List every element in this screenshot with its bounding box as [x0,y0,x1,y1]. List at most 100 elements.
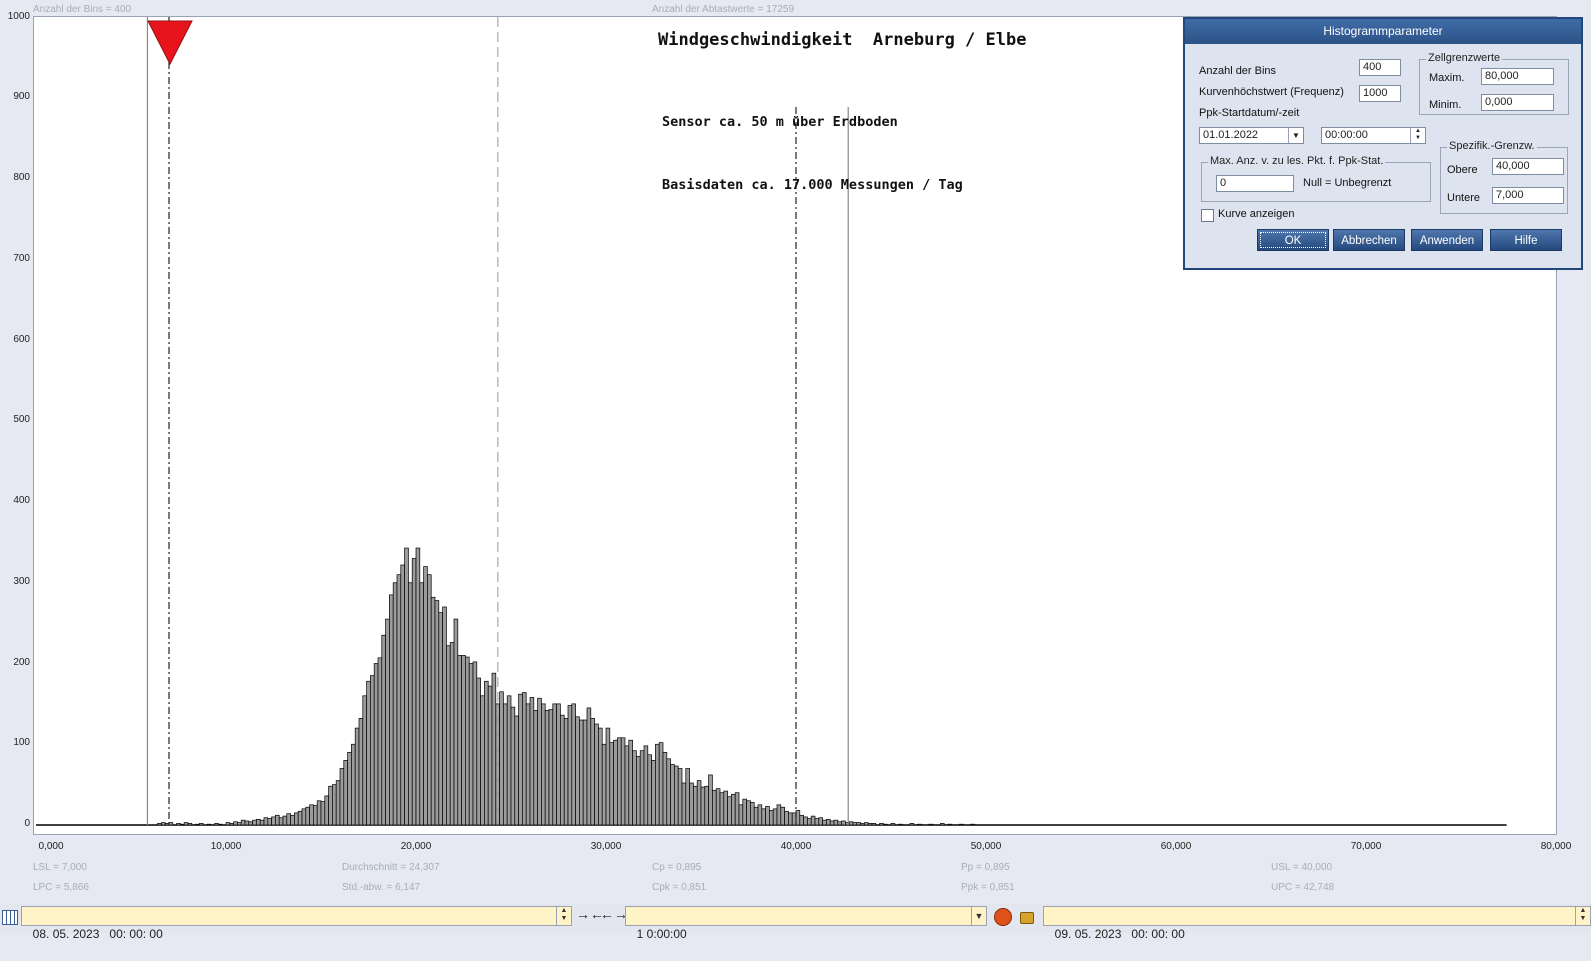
start-datetime-spinner[interactable]: ▲ ▼ [556,907,571,925]
histogram-bar [214,823,219,826]
histogram-bar [548,709,554,826]
bins-label: Anzahl der Bins [1199,65,1277,77]
histogram-bar [803,816,808,826]
histogram-bar [613,739,618,826]
help-button[interactable]: Hilfe [1490,229,1562,251]
histogram-bar [396,574,402,826]
histogram-bar [183,822,189,826]
histogram-bar [506,695,512,826]
histogram-bar [472,661,478,826]
cell-min-input[interactable]: 0,000 [1481,94,1554,111]
ppk-date-value: 01.01.2022 [1203,129,1259,141]
histogram-bar [320,801,326,826]
curve-checkbox[interactable] [1201,209,1214,222]
start-datetime-value: 08. 05. 2023 00: 00: 00 [32,927,163,941]
histogram-bar [180,823,185,826]
x-tick-label: 0,000 [38,841,64,852]
histogram-bar [556,703,561,826]
histogram-bar [677,768,683,826]
upper-limit-input[interactable]: 40,000 [1492,158,1564,175]
ok-button[interactable]: OK [1257,229,1329,251]
histogram-bar [605,727,611,826]
cell-limits-title: Zellgrenzwerte [1426,52,1503,64]
ppk-date-select[interactable]: 01.01.2022 ▼ [1199,127,1304,144]
histogram-bar [465,656,470,826]
chevron-down-icon[interactable]: ▼ [971,907,986,925]
upper-limit-label: Obere [1447,164,1478,176]
histogram-bar [734,792,740,826]
histogram-bar [693,785,698,826]
cell-max-input[interactable]: 80,000 [1481,68,1554,85]
chevron-down-icon[interactable]: ▼ [1288,128,1303,143]
histogram-bar [780,806,785,826]
lock-icon[interactable] [1020,912,1034,924]
histogram-bar [541,703,546,826]
ppk-time-input[interactable]: 00:00:00 ▲ ▼ [1321,127,1426,144]
spec-limits-title: Spezifik.-Grenzw. [1447,140,1537,152]
clock-icon[interactable] [994,908,1012,926]
histogram-bar [411,558,417,826]
histogram-bar [544,709,550,826]
lower-limit-label: Untere [1447,192,1481,204]
histogram-bar [719,792,725,826]
histogram-bar [704,785,709,826]
y-tick-label: 300 [13,575,30,587]
histogram-bar [510,706,516,826]
y-tick-label: 400 [13,495,30,506]
max-points-input[interactable]: 0 [1216,175,1294,192]
interval-select[interactable]: 1 0:00:00 ▼ [625,906,987,941]
histogram-bar [484,680,489,826]
histogram-bar [871,823,877,826]
histogram-bar [947,823,953,826]
histogram-bar [438,612,443,826]
histogram-bar [598,727,603,826]
histogram-bar [643,745,649,826]
histogram-bar [898,823,903,826]
histogram-bar [487,685,493,826]
cancel-button[interactable]: Abbrechen [1333,229,1405,251]
histogram-bar [670,764,675,826]
start-datetime-input[interactable]: 08. 05. 2023 00: 00: 00 ▲ ▼ [21,906,572,941]
histogram-bar [275,814,280,826]
end-datetime-spinner[interactable]: ▲ ▼ [1575,907,1590,925]
lsl-marker-triangle [147,20,193,66]
histogram-bar [833,819,839,826]
histogram-bar [427,574,432,826]
bins-input[interactable]: 400 [1359,59,1401,76]
histogram-bar [491,672,497,826]
end-datetime-value: 09. 05. 2023 00: 00: 00 [1054,927,1185,941]
histogram-bar [867,823,873,826]
histogram-bar [917,823,922,826]
histogram-bar [446,645,451,826]
histogram-bar [400,564,405,826]
histogram-bar [772,808,778,826]
expand-range-icon[interactable]: ←→ [600,906,628,922]
histogram-bar [313,805,318,826]
histogram-bar [617,737,622,826]
histogram-bar [647,754,652,826]
histogram-bar [814,818,820,826]
chart-subtitle: Sensor ca. 50 m über Erdboden Basisdaten… [662,70,963,217]
calendar-icon[interactable] [2,910,18,925]
histogram-bar [731,793,736,826]
y-tick-label: 900 [13,91,30,103]
y-tick-label: 600 [13,333,30,345]
histogram-bar [480,695,485,826]
dialog-title: Histogrammparameter [1185,19,1581,44]
histogram-bar [624,745,630,826]
max-frequency-input[interactable]: 1000 [1359,85,1401,102]
histogram-bar [959,823,964,826]
end-datetime-input[interactable]: 09. 05. 2023 00: 00: 00 ▲ ▼ [1043,906,1591,941]
histogram-bar [909,823,915,826]
lower-limit-input[interactable]: 7,000 [1492,187,1564,204]
apply-button[interactable]: Anwenden [1411,229,1483,251]
histogram-bar [856,822,861,826]
histogram-bar [636,756,641,826]
histogram-bar [381,634,386,826]
histogram-bar [256,818,261,826]
cp-stat: Cp = 0,895 [652,862,702,873]
x-tick-label: 40,000 [780,841,812,852]
time-spinner[interactable]: ▲ ▼ [1410,128,1425,143]
histogram-bar [290,814,295,826]
histogram-bar [522,692,527,826]
